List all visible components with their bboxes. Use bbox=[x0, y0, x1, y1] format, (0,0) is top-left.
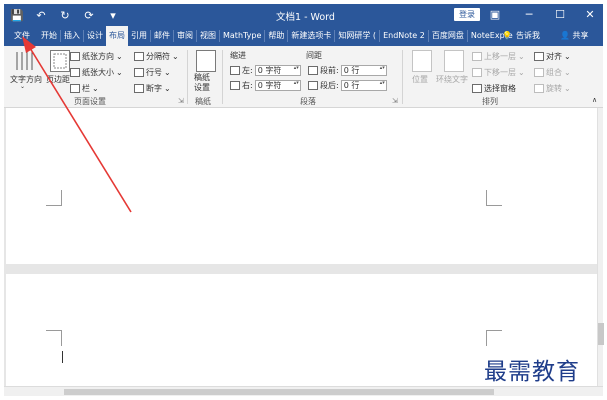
annotation-arrow bbox=[22, 36, 132, 213]
